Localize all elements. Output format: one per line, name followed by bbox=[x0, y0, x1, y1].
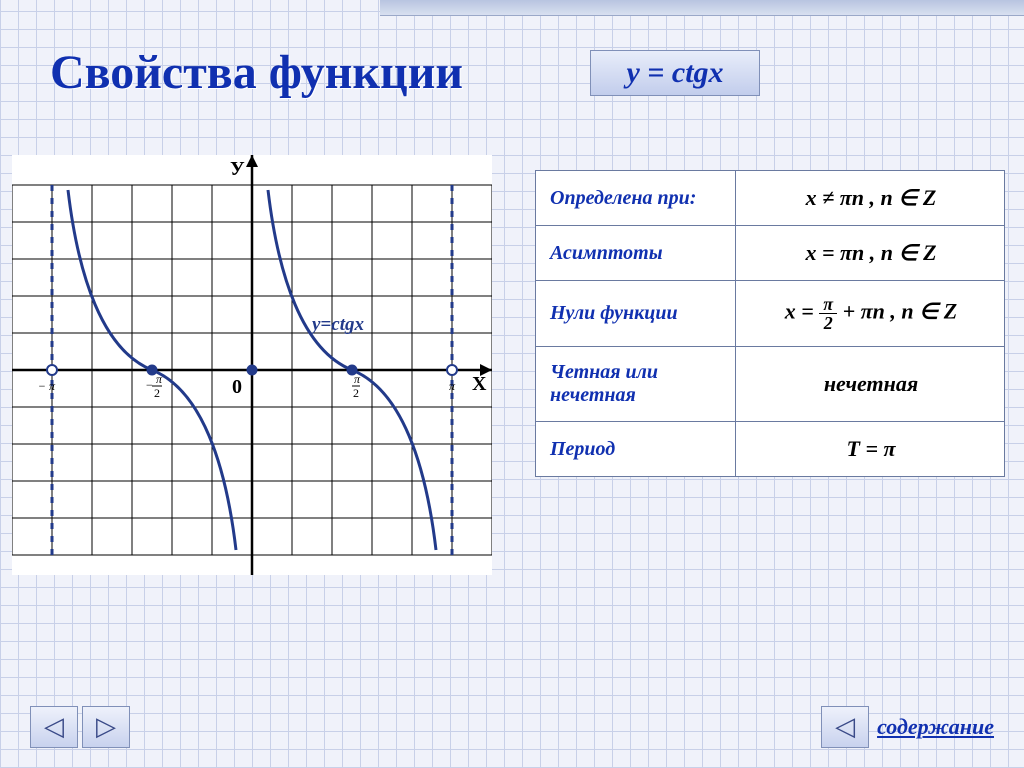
chevron-left-icon: ◁ bbox=[44, 712, 64, 742]
prop-val: x = π2 + πn , n ∈ Z bbox=[736, 281, 1005, 347]
axis-y-label: У bbox=[230, 158, 245, 180]
origin-label: 0 bbox=[232, 376, 242, 398]
prop-val: нечетная bbox=[736, 347, 1005, 422]
toc-link[interactable]: содержание bbox=[877, 714, 994, 740]
svg-text:−: − bbox=[39, 379, 46, 393]
prop-key: Определена при: bbox=[536, 171, 736, 226]
svg-text:π: π bbox=[354, 372, 361, 386]
svg-text:π: π bbox=[49, 379, 56, 393]
curve-label: y=ctgx bbox=[310, 314, 364, 335]
properties-table: Определена при:x ≠ πn , n ∈ Z Асимптотыx… bbox=[535, 170, 1005, 477]
table-row: ПериодT = π bbox=[536, 422, 1005, 477]
chevron-left-icon: ◁ bbox=[835, 712, 855, 742]
table-row: Асимптотыx = πn , n ∈ Z bbox=[536, 226, 1005, 281]
svg-text:2: 2 bbox=[353, 386, 359, 400]
nav-right: ◁ содержание bbox=[821, 706, 994, 748]
chevron-right-icon: ▷ bbox=[96, 712, 116, 742]
table-row: Нули функцииx = π2 + πn , n ∈ Z bbox=[536, 281, 1005, 347]
svg-text:π: π bbox=[156, 372, 163, 386]
cot-graph: У Х 0 y=ctgx − π π −π2 π2 bbox=[12, 155, 492, 575]
top-ribbon bbox=[380, 0, 1024, 16]
svg-text:π: π bbox=[449, 379, 456, 393]
prop-val: T = π bbox=[736, 422, 1005, 477]
table-row: Четная или нечетнаянечетная bbox=[536, 347, 1005, 422]
page-title: Свойства функции bbox=[50, 45, 463, 100]
svg-text:2: 2 bbox=[154, 386, 160, 400]
nav-left: ◁ ▷ bbox=[30, 706, 130, 748]
toc-back-button[interactable]: ◁ bbox=[821, 706, 869, 748]
prev-button[interactable]: ◁ bbox=[30, 706, 78, 748]
table-row: Определена при:x ≠ πn , n ∈ Z bbox=[536, 171, 1005, 226]
prop-key: Четная или нечетная bbox=[536, 347, 736, 422]
prop-key: Нули функции bbox=[536, 281, 736, 347]
next-button[interactable]: ▷ bbox=[82, 706, 130, 748]
prop-val: x = πn , n ∈ Z bbox=[736, 226, 1005, 281]
prop-key: Период bbox=[536, 422, 736, 477]
axis-x-label: Х bbox=[472, 373, 487, 395]
svg-text:−: − bbox=[146, 378, 153, 392]
prop-val: x ≠ πn , n ∈ Z bbox=[736, 171, 1005, 226]
function-badge: у = ctgx bbox=[590, 50, 760, 96]
prop-key: Асимптоты bbox=[536, 226, 736, 281]
